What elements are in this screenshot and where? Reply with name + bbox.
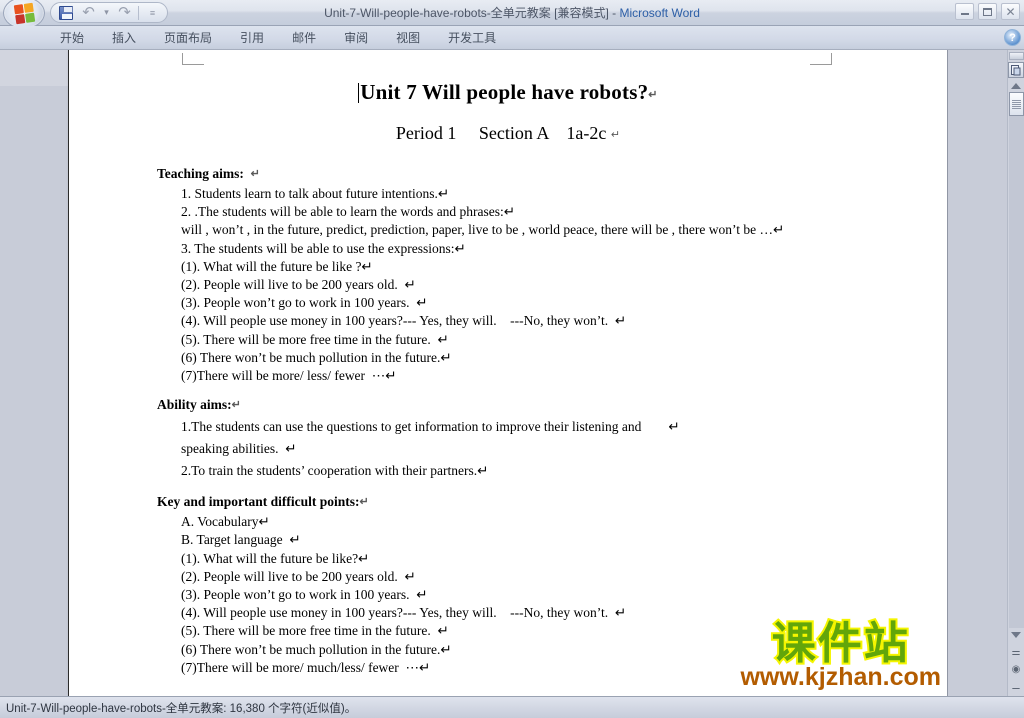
doc-line: will , won’t , in the future, predict, p… — [181, 222, 785, 238]
scrollbar-thumb-grip-icon — [1011, 99, 1021, 109]
doc-line: (6) There won’t be much pollution in the… — [181, 641, 452, 657]
doc-line: speaking abilities. ↵ — [181, 441, 297, 457]
minimize-button[interactable] — [955, 3, 974, 20]
doc-line: (7)There will be more/ less/ fewer ⋯↵ — [181, 368, 397, 384]
status-bar-text: Unit-7-Will-people-have-robots-全单元教案: 16… — [6, 702, 357, 715]
next-page-icon[interactable]: ⚊ — [1009, 679, 1024, 693]
window-title-app: Microsoft Word — [619, 6, 700, 20]
section-body-key-points: A. Vocabulary↵ B. Target language ↵ (1).… — [181, 513, 877, 677]
document-work-area: Unit 7 Will people have robots?↵ Period … — [0, 50, 1024, 696]
select-browse-object-icon[interactable] — [1008, 62, 1024, 78]
section-heading-text: Teaching aims: — [157, 166, 244, 181]
section-heading-text: Ability aims: — [157, 397, 232, 413]
section-body-teaching-aims: 1. Students learn to talk about future i… — [181, 185, 877, 385]
scrollbar-bottom-controls: ⚌ ◉ ⚊ — [1009, 628, 1024, 696]
pilcrow-icon: ↵ — [250, 168, 260, 180]
vertical-scrollbar[interactable]: ⚌ ◉ ⚊ — [1007, 50, 1024, 696]
margin-marker-top-right — [810, 53, 832, 65]
doc-line: 2. .The students will be able to learn t… — [181, 204, 516, 220]
office-button[interactable] — [3, 0, 45, 29]
section-heading-ability-aims: Ability aims:↵ — [157, 397, 877, 413]
close-icon: ✕ — [1005, 4, 1016, 19]
doc-line: 1.The students can use the questions to … — [181, 419, 680, 435]
tab-home[interactable]: 开始 — [46, 26, 98, 49]
undo-button[interactable]: ↶ — [78, 4, 99, 22]
pilcrow-icon: ↵ — [648, 89, 658, 101]
doc-line: 3. The students will be able to use the … — [181, 240, 466, 256]
restore-icon — [983, 7, 992, 16]
ribbon-tab-bar: 开始 插入 页面布局 引用 邮件 审阅 视图 开发工具 ? — [0, 26, 1024, 50]
office-logo-icon — [13, 2, 35, 24]
title-bar: ↶ ▾ ↷ ≡ Unit-7-Will-people-have-robots-全… — [0, 0, 1024, 29]
doc-line: B. Target language ↵ — [181, 532, 301, 548]
right-canvas-gutter: ⚌ ◉ ⚊ — [948, 50, 1024, 696]
doc-line: (1). What will the future be like ?↵ — [181, 258, 373, 274]
section-heading-key-points: Key and important difficult points:↵ — [157, 494, 877, 510]
triangle-down-icon[interactable] — [1009, 628, 1024, 642]
minimize-icon — [960, 13, 969, 15]
undo-arrow-icon: ↶ — [82, 4, 95, 21]
status-bar: Unit-7-Will-people-have-robots-全单元教案: 16… — [0, 696, 1024, 718]
customize-qat-icon: ≡ — [149, 7, 156, 18]
doc-line: (6) There won’t be much pollution in the… — [181, 349, 452, 365]
document-body[interactable]: Unit 7 Will people have robots?↵ Period … — [69, 50, 947, 677]
left-canvas-gutter — [0, 50, 68, 696]
select-browse-object-button[interactable]: ◉ — [1009, 662, 1024, 676]
doc-line: A. Vocabulary↵ — [181, 514, 270, 530]
margin-marker-top-left — [182, 53, 204, 65]
section-heading-teaching-aims: Teaching aims: ↵ — [157, 166, 877, 182]
doc-line: (3). People won’t go to work in 100 year… — [181, 295, 428, 311]
restore-button[interactable] — [978, 3, 997, 20]
previous-page-icon[interactable]: ⚌ — [1009, 645, 1024, 659]
chevron-down-icon: ▾ — [104, 7, 109, 17]
doc-line: 1. Students learn to talk about future i… — [181, 186, 450, 201]
window-title-file: Unit-7-Will-people-have-robots-全单元教案 [兼容… — [324, 6, 609, 20]
pilcrow-icon: ↵ — [610, 129, 621, 141]
doc-line: (7)There will be more/ much/less/ fewer … — [181, 659, 431, 675]
close-button[interactable]: ✕ — [1001, 3, 1020, 20]
document-subheading: Period 1 Section A 1a-2c ↵ — [139, 123, 877, 144]
tab-page-layout[interactable]: 页面布局 — [150, 26, 226, 49]
word-window: ↶ ▾ ↷ ≡ Unit-7-Will-people-have-robots-全… — [0, 0, 1024, 718]
doc-line: (5). There will be more free time in the… — [181, 331, 449, 347]
tab-developer[interactable]: 开发工具 — [434, 26, 510, 49]
split-window-handle-icon[interactable] — [1008, 52, 1024, 60]
doc-line: (5). There will be more free time in the… — [181, 623, 449, 639]
pilcrow-icon: ↵ — [231, 399, 241, 412]
window-controls: ✕ — [955, 3, 1020, 20]
document-page[interactable]: Unit 7 Will people have robots?↵ Period … — [68, 50, 948, 696]
customize-qat-button[interactable]: ≡ — [142, 4, 163, 22]
doc-line: 2.To train the students’ cooperation wit… — [181, 463, 489, 479]
doc-line: (4). Will people use money in 100 years?… — [181, 313, 627, 329]
scrollbar-thumb[interactable] — [1008, 92, 1024, 116]
quick-access-toolbar: ↶ ▾ ↷ ≡ — [50, 2, 168, 23]
floppy-disk-icon — [58, 5, 73, 20]
tab-insert[interactable]: 插入 — [98, 26, 150, 49]
triangle-up-icon[interactable] — [1011, 83, 1021, 89]
doc-line: (3). People won’t go to work in 100 year… — [181, 587, 428, 603]
redo-button[interactable]: ↷ — [114, 4, 135, 22]
pilcrow-icon: ↵ — [359, 496, 369, 509]
window-title-dash: - — [608, 6, 620, 20]
doc-line: (2). People will live to be 200 years ol… — [181, 568, 416, 584]
save-button[interactable] — [55, 4, 76, 22]
help-icon[interactable]: ? — [1004, 29, 1021, 46]
section-body-ability-aims: 1.The students can use the questions to … — [181, 416, 877, 482]
undo-dropdown-button[interactable]: ▾ — [101, 4, 112, 22]
tab-references[interactable]: 引用 — [226, 26, 278, 49]
section-heading-text: Key and important difficult points: — [157, 494, 360, 510]
doc-line: (2). People will live to be 200 years ol… — [181, 277, 416, 293]
scrollbar-track[interactable] — [1008, 116, 1024, 628]
document-subheading-text: Period 1 Section A 1a-2c — [395, 123, 611, 143]
doc-line: (1). What will the future be like?↵ — [181, 550, 370, 566]
tab-mailings[interactable]: 邮件 — [278, 26, 330, 49]
tab-review[interactable]: 审阅 — [330, 26, 382, 49]
document-heading: Unit 7 Will people have robots?↵ — [139, 80, 877, 105]
qat-divider — [138, 5, 139, 20]
doc-line: (4). Will people use money in 100 years?… — [181, 605, 627, 621]
document-heading-text: Unit 7 Will people have robots? — [360, 80, 649, 104]
left-canvas-gutter-band — [0, 50, 68, 86]
tab-view[interactable]: 视图 — [382, 26, 434, 49]
redo-arrow-icon: ↷ — [118, 4, 131, 21]
